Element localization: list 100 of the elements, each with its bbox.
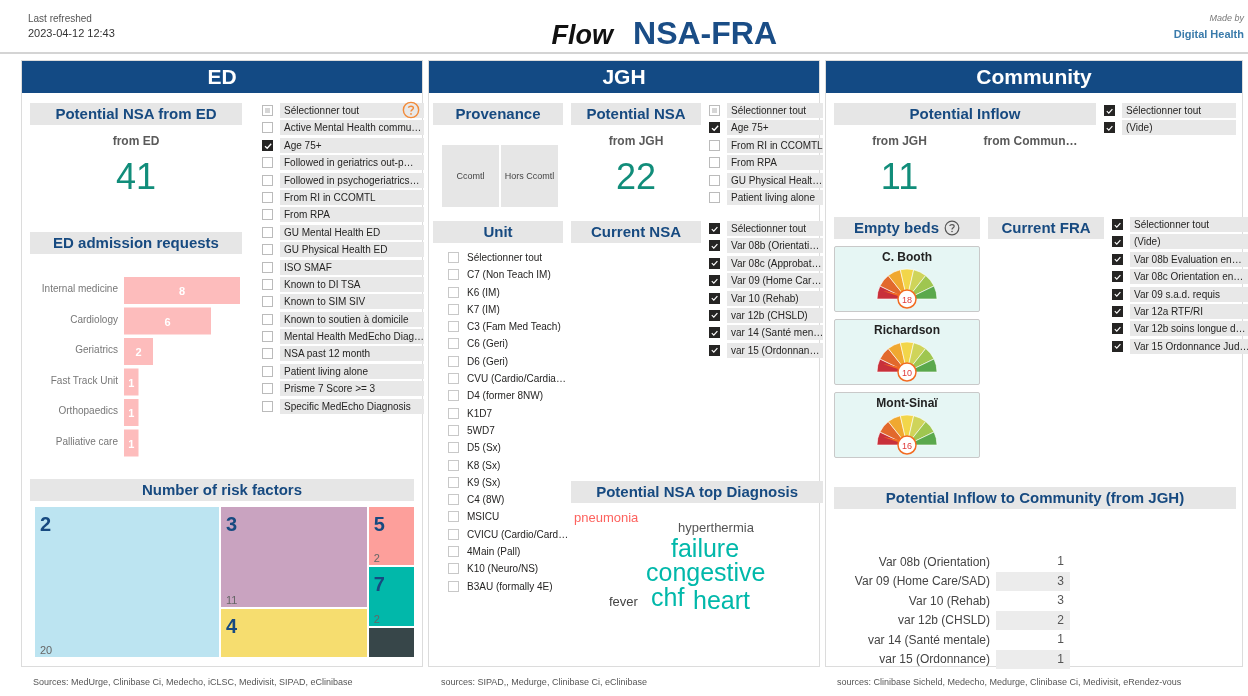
checkbox[interactable] <box>262 261 273 273</box>
filter-option[interactable]: From RI in CCOMTL <box>727 137 823 153</box>
filter-option[interactable]: Sélectionner tout <box>727 221 824 236</box>
checkbox[interactable] <box>1112 288 1123 300</box>
filter-option[interactable]: Known to DI TSA <box>280 276 425 292</box>
unit-option[interactable]: MSICU <box>467 511 500 523</box>
checkbox[interactable] <box>1112 236 1123 248</box>
filter-option[interactable]: (Vide) <box>1130 234 1248 250</box>
checkbox[interactable] <box>262 191 273 203</box>
checkbox[interactable] <box>709 344 720 356</box>
filter-option[interactable]: Specific MedEcho Diagnosis <box>280 398 425 414</box>
checkbox[interactable] <box>709 174 720 186</box>
filter-option[interactable]: NSA past 12 month <box>280 346 425 362</box>
help-icon[interactable] <box>944 220 960 236</box>
unit-option[interactable]: C4 (8W) <box>467 494 505 506</box>
checkbox[interactable] <box>262 278 273 290</box>
unit-option[interactable]: Sélectionner tout <box>467 252 543 263</box>
checkbox[interactable] <box>1112 253 1123 265</box>
unit-option[interactable]: K8 (Sx) <box>467 459 501 471</box>
unit-option[interactable]: C7 (Non Teach IM) <box>467 269 551 281</box>
filter-option[interactable]: Sélectionner tout <box>1130 217 1248 232</box>
filter-option[interactable]: var 15 (Ordonnan… <box>727 342 824 358</box>
filter-option[interactable]: Var 08b Evaluation en… <box>1130 251 1248 267</box>
checkbox[interactable] <box>262 174 273 186</box>
filter-option[interactable]: Var 12b soins longue d… <box>1130 321 1248 337</box>
filter-option[interactable]: Var 08b (Orientati… <box>727 238 824 254</box>
filter-option[interactable]: From RPA <box>727 155 823 171</box>
help-icon[interactable] <box>402 101 421 119</box>
unit-option[interactable]: K1D7 <box>467 407 492 419</box>
filter-option[interactable]: Prisme 7 Score >= 3 <box>280 381 425 397</box>
checkbox[interactable] <box>262 226 273 238</box>
unit-option[interactable]: B3AU (formally 4E) <box>467 580 553 592</box>
filter-option[interactable]: Var 09 (Home Car… <box>727 273 824 289</box>
filter-option[interactable]: Age 75+ <box>280 137 425 153</box>
filter-option[interactable]: var 14 (Santé men… <box>727 325 824 341</box>
filter-option[interactable]: Var 15 Ordonnance Jud… <box>1130 338 1248 354</box>
checkbox[interactable] <box>709 292 720 304</box>
checkbox[interactable] <box>262 400 273 412</box>
checkbox[interactable] <box>709 122 720 134</box>
checkbox[interactable] <box>709 309 720 321</box>
filter-option[interactable]: Var 12a RTF/RI <box>1130 303 1248 319</box>
filter-option[interactable]: Active Mental Health commu… <box>280 120 425 136</box>
checkbox[interactable] <box>262 331 273 343</box>
filter-option[interactable]: (Vide) <box>1122 120 1236 136</box>
checkbox[interactable] <box>262 209 273 221</box>
unit-option[interactable]: D6 (Geri) <box>467 355 509 367</box>
checkbox[interactable] <box>262 365 273 377</box>
filter-option[interactable]: Mental Health MedEcho Diag… <box>280 329 425 345</box>
checkbox[interactable] <box>262 157 273 169</box>
checkbox[interactable] <box>262 105 273 116</box>
unit-option[interactable]: K6 (IM) <box>467 286 500 298</box>
checkbox[interactable] <box>709 327 720 339</box>
filter-option[interactable]: var 12b (CHSLD) <box>727 307 824 323</box>
filter-option[interactable]: Known to soutien à domicile <box>280 311 425 327</box>
filter-option[interactable]: From RPA <box>280 207 425 223</box>
filter-option[interactable]: Patient living alone <box>280 363 425 379</box>
provenance-option[interactable]: Hors Ccomtl <box>501 145 558 207</box>
checkbox[interactable] <box>262 296 273 308</box>
checkbox[interactable] <box>262 348 273 360</box>
checkbox[interactable] <box>709 257 720 269</box>
checkbox[interactable] <box>262 313 273 325</box>
unit-option[interactable]: K9 (Sx) <box>467 476 501 488</box>
checkbox[interactable] <box>1112 219 1123 230</box>
unit-option[interactable]: K10 (Neuro/NS) <box>467 563 539 575</box>
filter-option[interactable]: Var 08c Orientation en… <box>1130 269 1248 285</box>
filter-option[interactable]: From RI in CCOMTL <box>280 189 425 205</box>
checkbox[interactable] <box>709 191 720 203</box>
unit-option[interactable]: 5WD7 <box>467 424 495 436</box>
checkbox[interactable] <box>1104 105 1115 116</box>
filter-option[interactable]: ISO SMAF <box>280 259 425 275</box>
unit-option[interactable]: C6 (Geri) <box>467 338 509 350</box>
filter-option[interactable]: Sélectionner tout <box>1122 103 1236 118</box>
filter-option[interactable]: Known to SIM SIV <box>280 294 425 310</box>
unit-option[interactable]: 4Main (Pall) <box>467 546 521 558</box>
unit-option[interactable]: CVICU (Cardio/Card… <box>467 528 569 540</box>
filter-option[interactable]: GU Physical Health ED <box>280 242 425 258</box>
checkbox[interactable] <box>709 240 720 252</box>
checkbox[interactable] <box>709 139 720 151</box>
unit-option[interactable]: K7 (IM) <box>467 303 500 315</box>
checkbox[interactable] <box>262 383 273 395</box>
provenance-option[interactable]: Ccomtl <box>442 145 499 207</box>
checkbox[interactable] <box>709 223 720 234</box>
checkbox[interactable] <box>262 244 273 256</box>
filter-option[interactable]: Var 08c (Approbat… <box>727 255 824 271</box>
checkbox[interactable] <box>1112 271 1123 283</box>
checkbox[interactable] <box>1104 122 1115 134</box>
filter-option[interactable]: Followed in geriatrics out-p… <box>280 155 425 171</box>
unit-option[interactable]: C3 (Fam Med Teach) <box>467 321 561 333</box>
checkbox[interactable] <box>709 105 720 116</box>
filter-option[interactable]: GU Physical Healt… <box>727 172 823 188</box>
unit-option[interactable]: D5 (Sx) <box>467 442 501 454</box>
checkbox[interactable] <box>262 122 273 134</box>
filter-option[interactable]: Age 75+ <box>727 120 823 136</box>
filter-option[interactable]: Patient living alone <box>727 189 823 205</box>
filter-option[interactable]: Followed in psychogeriatrics… <box>280 172 425 188</box>
unit-option[interactable]: D4 (former 8NW) <box>467 390 544 402</box>
filter-option[interactable]: Sélectionner tout <box>727 103 823 118</box>
unit-option[interactable]: CVU (Cardio/Cardia… <box>467 373 566 385</box>
checkbox[interactable] <box>1112 305 1123 317</box>
checkbox[interactable] <box>709 157 720 169</box>
